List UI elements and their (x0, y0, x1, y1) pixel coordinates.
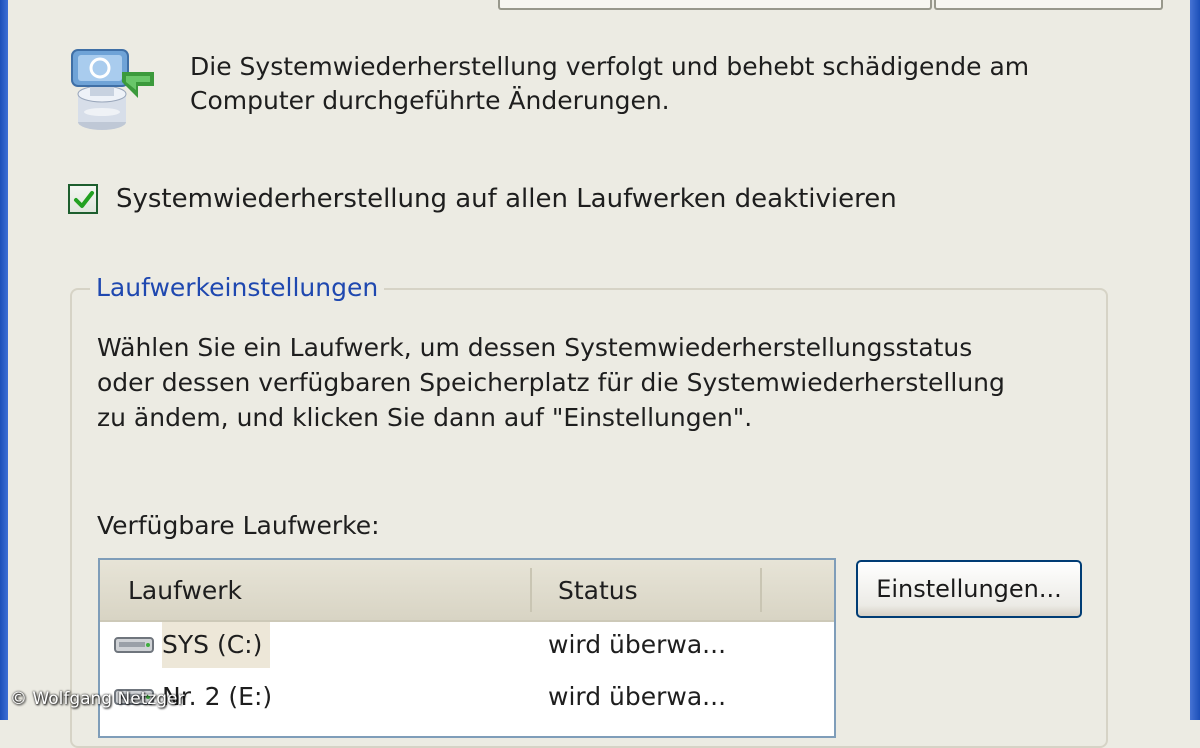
description-line-3: zu ändem, und klicken Sie dann auf "Eins… (97, 403, 753, 432)
disable-system-restore-checkbox[interactable] (68, 184, 98, 214)
intro-line-1: Die Systemwiederherstellung verfolgt und… (190, 52, 1030, 81)
hard-drive-icon (114, 637, 154, 653)
photo-credit: © Wolfgang Netzger (10, 689, 185, 709)
description-line-1: Wählen Sie ein Laufwerk, um dessen Syste… (97, 333, 973, 362)
drive-settings-description: Wählen Sie ein Laufwerk, um dessen Syste… (97, 330, 1005, 435)
window-frame-right (1190, 0, 1200, 720)
tab-strip (498, 0, 1163, 10)
intro-text: Die Systemwiederherstellung verfolgt und… (190, 50, 1029, 118)
settings-button[interactable]: Einstellungen... (856, 560, 1082, 618)
tab-partial-1[interactable] (498, 0, 932, 10)
drive-list-header: Laufwerk Status (100, 560, 834, 622)
column-header-drive[interactable]: Laufwerk (128, 560, 242, 620)
window-frame-left (0, 0, 8, 720)
drive-list[interactable]: Laufwerk Status SYS (C:) wird überwa... … (98, 558, 836, 738)
checkmark-icon (74, 191, 94, 208)
drive-row-e[interactable]: Nr. 2 (E:) wird überwa... (100, 674, 834, 720)
column-header-status[interactable]: Status (558, 560, 638, 620)
available-drives-label: Verfügbare Laufwerke: (97, 511, 380, 540)
drive-name: SYS (C:) (162, 622, 271, 668)
drive-status: wird überwa... (548, 630, 727, 659)
tab-partial-2[interactable] (934, 0, 1163, 10)
intro-line-2: Computer durchgeführte Änderungen. (190, 86, 670, 115)
column-divider[interactable] (760, 568, 762, 612)
drive-status: wird überwa... (548, 682, 727, 711)
disable-system-restore-label[interactable]: Systemwiederherstellung auf allen Laufwe… (116, 181, 897, 217)
system-restore-icon (66, 42, 162, 138)
description-line-2: oder dessen verfügbaren Speicherplatz fü… (97, 368, 1005, 397)
column-divider[interactable] (530, 568, 532, 612)
drive-row-c[interactable]: SYS (C:) wird überwa... (100, 622, 834, 668)
drive-settings-title: Laufwerkeinstellungen (90, 270, 385, 306)
